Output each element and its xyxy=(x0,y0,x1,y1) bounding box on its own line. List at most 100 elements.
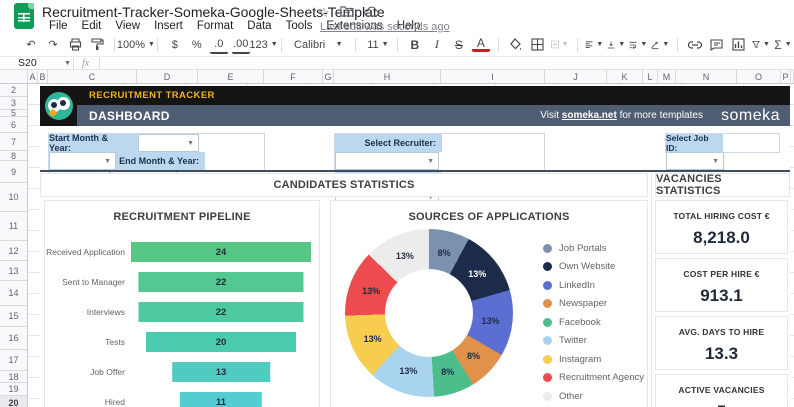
cell-reference-box[interactable]: S20 xyxy=(0,57,48,69)
column-header[interactable]: P xyxy=(781,70,791,83)
donut-slice-label: 13% xyxy=(363,333,382,344)
donut-slice-label: 13% xyxy=(395,250,414,261)
job-id-label: Select Job ID: xyxy=(666,133,723,153)
someka-link[interactable]: someka.net xyxy=(562,110,617,121)
row-header[interactable]: 20 xyxy=(0,396,27,407)
filter-icon[interactable]: ▼ xyxy=(751,36,770,54)
borders-icon[interactable] xyxy=(529,36,547,54)
italic-button[interactable]: I xyxy=(428,36,446,54)
sources-chart-title: SOURCES OF APPLICATIONS xyxy=(408,211,570,223)
pipeline-bar: 24 xyxy=(131,242,311,262)
bold-button[interactable]: B xyxy=(406,36,424,54)
title-bar: Recruitment-Tracker-Someka-Google-Sheets… xyxy=(0,0,794,34)
stat-card: AVG. DAYS TO HIRE 13.3 xyxy=(655,316,788,370)
move-folder-icon[interactable] xyxy=(340,5,354,21)
horizontal-align-icon[interactable]: ▼ xyxy=(585,36,603,54)
column-header[interactable]: K xyxy=(607,70,643,83)
recruiter-label: Select Recruiter: xyxy=(335,134,442,152)
row-header[interactable]: 9 xyxy=(0,161,27,183)
column-header[interactable]: D xyxy=(137,70,198,83)
font-select[interactable]: Calibri ▼ xyxy=(290,36,346,54)
menu-item[interactable]: Format xyxy=(190,20,240,34)
column-header[interactable]: O xyxy=(737,70,781,83)
column-header[interactable]: J xyxy=(545,70,607,83)
column-header[interactable]: F xyxy=(264,70,323,83)
menu-item[interactable]: View xyxy=(108,20,147,34)
last-edit-link[interactable]: Last edit was seconds ago xyxy=(320,21,450,33)
row-header[interactable]: 15 xyxy=(0,306,27,327)
column-header[interactable]: A xyxy=(28,70,38,83)
zoom-select[interactable]: 100% ▼ xyxy=(117,36,155,54)
start-month-dropdown[interactable]: ▼ xyxy=(138,134,199,152)
someka-wordmark: someka xyxy=(720,106,780,124)
merge-cells-icon[interactable]: ▼ xyxy=(550,36,569,54)
legend-item: Own Website xyxy=(543,258,644,277)
format-currency-icon[interactable]: $ xyxy=(166,36,184,54)
paint-format-icon[interactable] xyxy=(88,36,106,54)
redo-icon[interactable]: ↷ xyxy=(44,36,62,54)
row-header[interactable]: 18 xyxy=(0,371,27,383)
someka-logo-box xyxy=(40,86,77,126)
name-box-caret-icon[interactable]: ▼ xyxy=(64,60,71,67)
column-header[interactable]: M xyxy=(658,70,676,83)
row-header[interactable]: 7 xyxy=(0,133,27,151)
row-header[interactable]: 11 xyxy=(0,212,27,241)
row-header[interactable]: 12 xyxy=(0,241,27,261)
column-header[interactable]: G xyxy=(323,70,334,83)
text-wrap-icon[interactable]: ▼ xyxy=(629,36,647,54)
text-rotation-icon[interactable]: ▼ xyxy=(651,36,669,54)
font-size-select[interactable]: 11 ▼ xyxy=(363,36,389,54)
row-header[interactable]: 10 xyxy=(0,183,27,212)
donut-slice-label: 13% xyxy=(362,285,381,296)
row-header[interactable]: 17 xyxy=(0,350,27,371)
cloud-saved-icon[interactable] xyxy=(363,5,379,21)
column-header[interactable]: H xyxy=(334,70,441,83)
start-year-dropdown[interactable]: ▼ xyxy=(49,152,116,170)
google-sheets-logo-icon[interactable] xyxy=(14,3,34,29)
legend-item: Instagram xyxy=(543,350,644,369)
row-header[interactable]: 13 xyxy=(0,261,27,281)
row-header[interactable]: 8 xyxy=(0,151,27,161)
more-formats-select[interactable]: 123 ▼ xyxy=(249,36,277,54)
increase-decimal-icon[interactable]: .00 xyxy=(231,36,250,54)
sheet-grid[interactable]: 2 3 5 6 7 8 9 10 11 12 13 14 15 16 17 18 19 20 RECRUITMEN… xyxy=(0,84,794,407)
undo-icon[interactable]: ↶ xyxy=(22,36,40,54)
menu-item[interactable]: Tools xyxy=(279,20,320,34)
menu-item[interactable]: Edit xyxy=(75,20,109,34)
legend-dot-icon xyxy=(543,280,552,290)
row-header[interactable]: 14 xyxy=(0,281,27,306)
format-percent-icon[interactable]: % xyxy=(188,36,206,54)
menu-item[interactable]: Insert xyxy=(147,20,190,34)
column-header[interactable]: E xyxy=(198,70,264,83)
row-header[interactable]: 6 xyxy=(0,117,27,133)
menu-item[interactable]: File xyxy=(42,20,75,34)
column-header[interactable]: B xyxy=(38,70,48,83)
print-icon[interactable] xyxy=(66,36,84,54)
star-icon[interactable]: ☆ xyxy=(318,5,330,21)
legend-item: Newspaper xyxy=(543,295,644,314)
decrease-decimal-icon[interactable]: .0 xyxy=(209,36,228,54)
pipeline-bar: 22 xyxy=(138,302,304,322)
menu-item[interactable]: Data xyxy=(240,20,278,34)
fill-color-icon[interactable] xyxy=(507,36,525,54)
functions-sum-icon[interactable]: Σ ▼ xyxy=(774,36,792,54)
vertical-align-icon[interactable]: ▼ xyxy=(607,36,625,54)
strikethrough-button[interactable]: S xyxy=(450,36,468,54)
job-id-dropdown[interactable]: ▼ xyxy=(666,152,724,170)
column-header[interactable]: L xyxy=(643,70,658,83)
insert-link-icon[interactable] xyxy=(686,36,704,54)
text-color-button[interactable]: A xyxy=(471,37,490,52)
select-all-corner[interactable] xyxy=(0,70,28,83)
donut-slice-label: 13% xyxy=(481,315,500,326)
column-header[interactable]: C xyxy=(48,70,137,83)
row-header[interactable]: 19 xyxy=(0,383,27,396)
row-header[interactable]: 2 xyxy=(0,84,27,97)
legend-item: Job Portals xyxy=(543,239,644,258)
recruiter-dropdown[interactable]: ▼ xyxy=(335,152,439,170)
column-header[interactable]: N xyxy=(676,70,737,83)
insert-chart-icon[interactable] xyxy=(730,36,748,54)
column-header[interactable]: I xyxy=(441,70,545,83)
row-header[interactable]: 16 xyxy=(0,327,27,350)
insert-comment-icon[interactable] xyxy=(708,36,726,54)
row-header[interactable]: 5 xyxy=(0,108,27,118)
